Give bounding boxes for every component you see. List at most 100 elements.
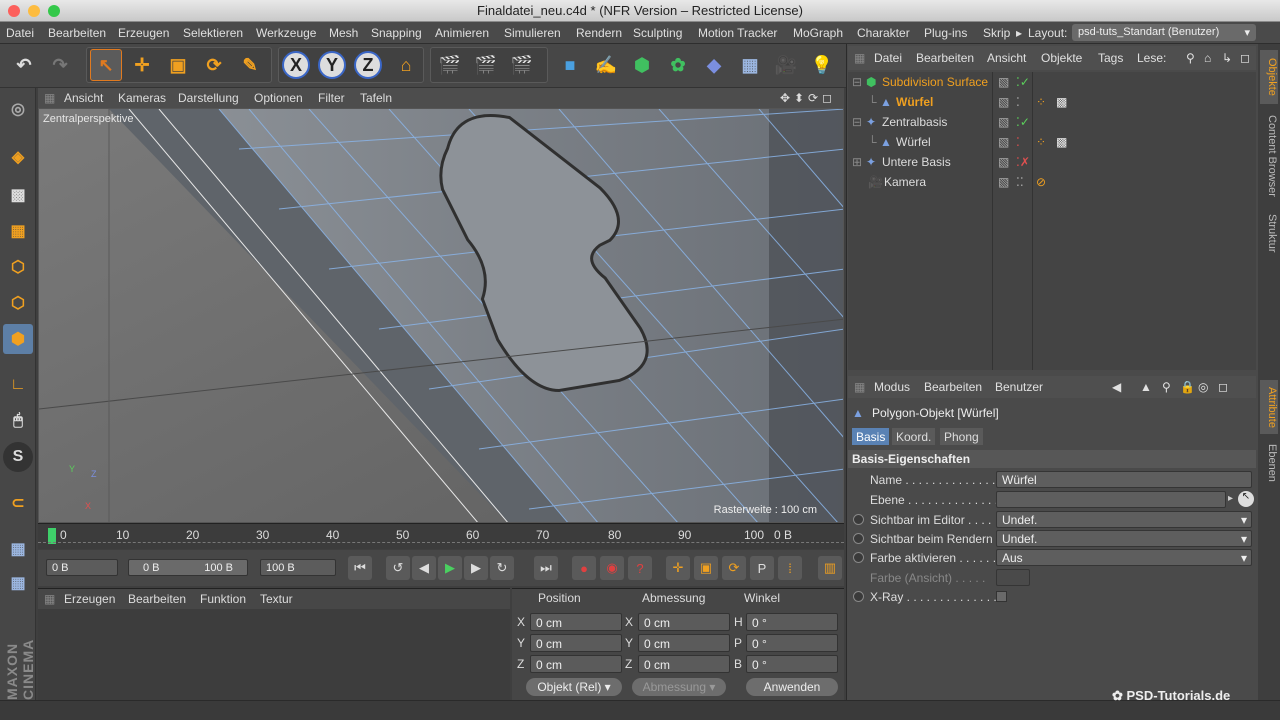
material-tag-icon[interactable]: ▩: [1056, 135, 1067, 149]
undo-button[interactable]: ↶: [8, 49, 40, 81]
cube-object-button[interactable]: ■: [554, 49, 586, 81]
key-rotation-button[interactable]: ⟳: [722, 556, 746, 580]
home-icon[interactable]: ⌂: [1204, 51, 1211, 65]
menu-selektieren[interactable]: Selektieren: [183, 26, 243, 40]
axis-x-lock-button[interactable]: X: [282, 51, 310, 79]
search-icon[interactable]: ⚲: [1162, 380, 1171, 394]
visibility-dots-icon[interactable]: ⁚: [1016, 135, 1020, 149]
layout-select[interactable]: psd-tuts_Standart (Benutzer) ▾: [1072, 24, 1256, 41]
layer-field[interactable]: [996, 491, 1226, 508]
tab-koord[interactable]: Koord.: [892, 428, 936, 445]
search-icon[interactable]: ⚲: [1186, 51, 1195, 65]
viewport-rotate-icon[interactable]: ⟳: [808, 91, 818, 105]
visible-render-select[interactable]: Undef. ▾: [996, 530, 1252, 547]
polygons-mode-button[interactable]: ⬢: [3, 324, 33, 354]
viewport-menu-darstellung[interactable]: Darstellung: [178, 91, 239, 105]
viewport-menu-kameras[interactable]: Kameras: [118, 91, 166, 105]
subdivision-surface-button[interactable]: ⬢: [626, 49, 658, 81]
axis-z-lock-button[interactable]: Z: [354, 51, 382, 79]
floor-grid-button[interactable]: ▦: [3, 534, 33, 564]
key-parameter-button[interactable]: P: [750, 556, 774, 580]
deformer-button[interactable]: ◆: [698, 49, 730, 81]
lock-icon[interactable]: 🔒: [1180, 380, 1195, 394]
rot-b-field[interactable]: 0 °: [746, 655, 838, 673]
axis-mode-button[interactable]: ∟: [3, 370, 33, 400]
current-frame-field[interactable]: 0 B: [46, 559, 118, 576]
timeline-ruler[interactable]: 0 10 20 30 40 50 60 70 80 90 100 0 B: [38, 523, 844, 549]
object-row-untere-basis[interactable]: ⊞ ✦ Untere Basis ▧ ⁚✗: [848, 152, 1256, 172]
render-picture-viewer-button[interactable]: 🎬: [470, 49, 502, 81]
am-menu-modus[interactable]: Modus: [874, 380, 910, 394]
expand-icon[interactable]: ◻: [1240, 51, 1250, 65]
spline-pen-button[interactable]: ✍: [590, 49, 622, 81]
pos-y-field[interactable]: 0 cm: [530, 634, 622, 652]
keyframe-selection-button[interactable]: ?: [628, 556, 652, 580]
menu-bearbeiten[interactable]: Bearbeiten: [48, 26, 106, 40]
visible-editor-select[interactable]: Undef. ▾: [996, 511, 1252, 528]
snap-button[interactable]: S: [3, 442, 33, 472]
rotate-tool-button[interactable]: ⟳: [198, 49, 230, 81]
menu-overflow-icon[interactable]: ▸: [1016, 26, 1022, 40]
timeline-window-button[interactable]: ▥: [818, 556, 842, 580]
viewport-dolly-icon[interactable]: ⬍: [794, 91, 804, 105]
expand-icon[interactable]: ◻: [1218, 380, 1228, 394]
viewport-move-icon[interactable]: ✥: [780, 91, 790, 105]
size-y-field[interactable]: 0 cm: [638, 634, 730, 652]
go-to-end-button[interactable]: ⏭: [534, 556, 558, 580]
magnet-tool-button[interactable]: ⊂: [3, 488, 33, 518]
layer-icon[interactable]: ▧: [998, 75, 1009, 89]
tab-objekte[interactable]: Objekte: [1260, 50, 1278, 104]
am-menu-benutzer[interactable]: Benutzer: [995, 380, 1043, 394]
menu-charakter[interactable]: Charakter: [857, 26, 910, 40]
size-x-field[interactable]: 0 cm: [638, 613, 730, 631]
am-menu-bearbeiten[interactable]: Bearbeiten: [924, 380, 982, 394]
edges-mode-button[interactable]: ⬡: [3, 288, 33, 318]
visibility-cross-icon[interactable]: ⁚✗: [1016, 155, 1030, 169]
model-mode-button[interactable]: ◈: [3, 142, 33, 172]
visibility-dots-icon[interactable]: ⁚⁚: [1016, 175, 1024, 189]
tree-collapse-icon[interactable]: ⊟: [852, 115, 862, 129]
viewport-menu-filter[interactable]: Filter: [318, 91, 345, 105]
menu-plugins[interactable]: Plug-ins: [924, 26, 967, 40]
menu-motion-tracker[interactable]: Motion Tracker: [698, 26, 777, 40]
arrow-icon[interactable]: ↳: [1222, 51, 1232, 65]
tab-basis[interactable]: Basis: [852, 428, 890, 445]
recent-tool-button[interactable]: ✎: [234, 49, 266, 81]
om-menu-datei[interactable]: Datei: [874, 51, 902, 65]
play-button[interactable]: ▶: [438, 556, 462, 580]
coordinate-system-button[interactable]: ⌂: [390, 49, 422, 81]
phong-tag-icon[interactable]: ⁘: [1036, 135, 1046, 149]
scale-tool-button[interactable]: ▣: [162, 49, 194, 81]
material-menu-erzeugen[interactable]: Erzeugen: [64, 592, 115, 606]
layer-arrow-icon[interactable]: ▸: [1228, 493, 1233, 504]
material-menu-textur[interactable]: Textur: [260, 592, 293, 606]
key-pla-button[interactable]: ⁞: [778, 556, 802, 580]
animate-radio[interactable]: [853, 591, 864, 602]
material-tag-icon[interactable]: ▩: [1056, 95, 1067, 109]
previous-frame-button[interactable]: ◀: [412, 556, 436, 580]
menu-snapping[interactable]: Snapping: [371, 26, 422, 40]
go-to-start-button[interactable]: ⏮: [348, 556, 372, 580]
max-frame-field[interactable]: 100 B: [260, 559, 336, 576]
viewport-menu-tafeln[interactable]: Tafeln: [360, 91, 392, 105]
color-enable-select[interactable]: Aus ▾: [996, 549, 1252, 566]
name-field[interactable]: Würfel: [996, 471, 1252, 488]
size-z-field[interactable]: 0 cm: [638, 655, 730, 673]
layer-pick-icon[interactable]: ↖: [1238, 491, 1254, 507]
menu-erzeugen[interactable]: Erzeugen: [118, 26, 169, 40]
pos-x-field[interactable]: 0 cm: [530, 613, 622, 631]
axis-y-lock-button[interactable]: Y: [318, 51, 346, 79]
menu-skript[interactable]: Skrip: [983, 26, 1010, 40]
om-menu-lesezeichen[interactable]: Lese:: [1137, 51, 1166, 65]
visibility-dots-icon[interactable]: ⁚: [1016, 95, 1020, 109]
key-position-button[interactable]: ✛: [666, 556, 690, 580]
layer-icon[interactable]: ▧: [998, 155, 1009, 169]
om-menu-tags[interactable]: Tags: [1098, 51, 1123, 65]
menu-animieren[interactable]: Animieren: [435, 26, 489, 40]
om-menu-ansicht[interactable]: Ansicht: [987, 51, 1026, 65]
menu-simulieren[interactable]: Simulieren: [504, 26, 561, 40]
redo-button[interactable]: ↷: [44, 49, 76, 81]
animate-radio[interactable]: [853, 533, 864, 544]
coordinate-mode-select[interactable]: Objekt (Rel) ▾: [526, 678, 622, 696]
tab-content-browser[interactable]: Content Browser: [1260, 108, 1278, 204]
